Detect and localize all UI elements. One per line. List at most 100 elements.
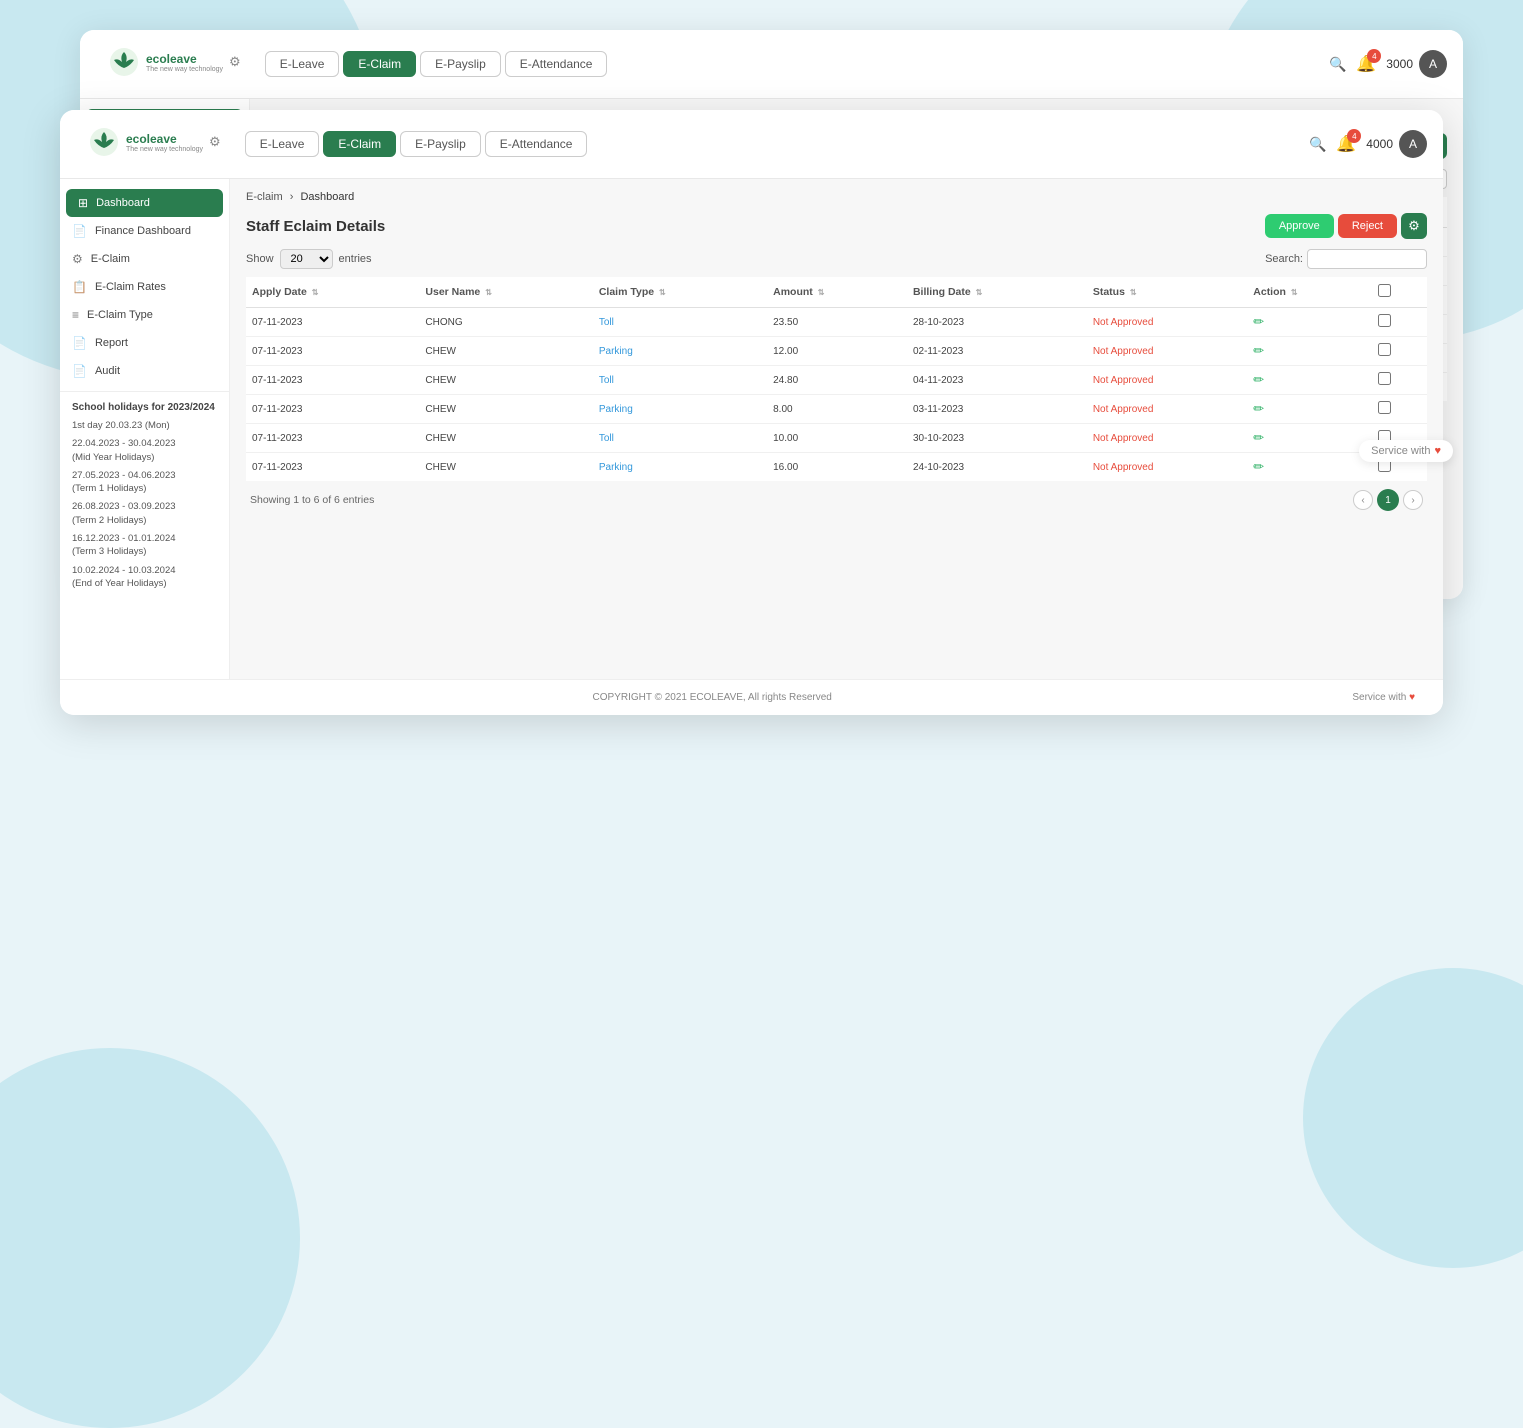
td-claim-type-front-5[interactable]: Parking bbox=[593, 453, 767, 482]
sidebar-item-rates-front[interactable]: 📋 E-Claim Rates bbox=[60, 273, 229, 301]
search-icon-front[interactable]: 🔍 bbox=[1309, 136, 1326, 153]
table-row-front-1: 07-11-2023 CHEW Parking 12.00 02-11-2023… bbox=[246, 337, 1427, 366]
tab-epayslip-back[interactable]: E-Payslip bbox=[420, 51, 501, 77]
user-number-front: 4000 bbox=[1366, 137, 1393, 151]
search-icon-back[interactable]: 🔍 bbox=[1329, 56, 1346, 73]
breadcrumb-part2-front: Dashboard bbox=[300, 191, 354, 203]
section-header-front: Staff Eclaim Details Approve Reject ⚙ bbox=[246, 213, 1427, 239]
page-footer: COPYRIGHT © 2021 ECOLEAVE, All rights Re… bbox=[60, 679, 1443, 715]
sidebar-item-report-front[interactable]: 📄 Report bbox=[60, 329, 229, 357]
tab-eleave-back[interactable]: E-Leave bbox=[265, 51, 340, 77]
th-checkbox-f bbox=[1372, 277, 1427, 308]
copyright-text: COPYRIGHT © 2021 ECOLEAVE, All rights Re… bbox=[593, 692, 832, 703]
td-action-front-3[interactable]: ✏ bbox=[1247, 395, 1371, 424]
td-claim-type-front-3[interactable]: Parking bbox=[593, 395, 767, 424]
td-apply-date-front-5: 07-11-2023 bbox=[246, 453, 419, 482]
tab-eattendance-front[interactable]: E-Attendance bbox=[485, 131, 588, 157]
td-billing-date-front-3: 03-11-2023 bbox=[907, 395, 1087, 424]
entries-select-front[interactable]: 20 50 100 bbox=[280, 249, 333, 269]
td-amount-front-2: 24.80 bbox=[767, 366, 907, 395]
settings-icon-front[interactable]: ⚙ bbox=[209, 134, 221, 150]
page-1-front[interactable]: 1 bbox=[1377, 489, 1399, 511]
prev-page-front[interactable]: ‹ bbox=[1353, 490, 1373, 510]
sidebar-label-report-front: Report bbox=[95, 337, 128, 349]
td-checkbox-front-1[interactable] bbox=[1372, 337, 1427, 366]
td-claim-type-front-4[interactable]: Toll bbox=[593, 424, 767, 453]
td-billing-date-front-1: 02-11-2023 bbox=[907, 337, 1087, 366]
stack-container: ecoleave The new way technology ⚙ E-Leav… bbox=[60, 30, 1463, 1010]
td-checkbox-front-3[interactable] bbox=[1372, 395, 1427, 424]
th-claim-type-f: Claim Type ⇅ bbox=[593, 277, 767, 308]
td-user-name-front-4: CHEW bbox=[419, 424, 592, 453]
tab-eclaim-back[interactable]: E-Claim bbox=[343, 51, 416, 77]
td-apply-date-front-0: 07-11-2023 bbox=[246, 308, 419, 337]
section-title-front: Staff Eclaim Details bbox=[246, 218, 1265, 235]
floating-service-text: Service with bbox=[1371, 445, 1430, 457]
sidebar-item-eclaim-front[interactable]: ⚙ E-Claim bbox=[60, 245, 229, 273]
td-apply-date-front-2: 07-11-2023 bbox=[246, 366, 419, 395]
table-row-front-5: 07-11-2023 CHEW Parking 16.00 24-10-2023… bbox=[246, 453, 1427, 482]
settings-button-front[interactable]: ⚙ bbox=[1401, 213, 1427, 239]
holiday-f3: 27.05.2023 - 04.06.2023(Term 1 Holidays) bbox=[72, 469, 217, 496]
nav-tabs-front: E-Leave E-Claim E-Payslip E-Attendance bbox=[233, 131, 1309, 157]
heart-icon-footer: ♥ bbox=[1409, 692, 1415, 703]
th-amount-f: Amount ⇅ bbox=[767, 277, 907, 308]
search-area-front: Search: bbox=[1265, 249, 1427, 269]
td-status-front-1: Not Approved bbox=[1087, 337, 1247, 366]
nav-right-back: 🔍 🔔 4 3000 A bbox=[1329, 50, 1447, 78]
logo-brand-front: ecoleave bbox=[126, 132, 203, 146]
th-action-f: Action ⇅ bbox=[1247, 277, 1371, 308]
top-nav-back: ecoleave The new way technology ⚙ E-Leav… bbox=[80, 30, 1463, 99]
logo-text-area: ecoleave The new way technology bbox=[146, 52, 223, 73]
td-apply-date-front-4: 07-11-2023 bbox=[246, 424, 419, 453]
search-input-front[interactable] bbox=[1307, 249, 1427, 269]
select-all-front[interactable] bbox=[1378, 284, 1391, 297]
reject-button-front[interactable]: Reject bbox=[1338, 214, 1397, 238]
td-action-front-0[interactable]: ✏ bbox=[1247, 308, 1371, 337]
dashboard-icon-front: ⊞ bbox=[78, 196, 88, 210]
tab-eclaim-front[interactable]: E-Claim bbox=[323, 131, 396, 157]
logo-svg bbox=[108, 46, 140, 78]
sidebar-item-dashboard-front[interactable]: ⊞ Dashboard bbox=[66, 189, 223, 217]
sidebar-item-finance-front[interactable]: 📄 Finance Dashboard bbox=[60, 217, 229, 245]
td-action-front-1[interactable]: ✏ bbox=[1247, 337, 1371, 366]
sidebar-front: ⊞ Dashboard 📄 Finance Dashboard ⚙ E-Clai… bbox=[60, 179, 230, 679]
search-label-front: Search: bbox=[1265, 253, 1303, 265]
audit-icon-front: 📄 bbox=[72, 364, 87, 378]
table-row-front-2: 07-11-2023 CHEW Toll 24.80 04-11-2023 No… bbox=[246, 366, 1427, 395]
td-checkbox-front-0[interactable] bbox=[1372, 308, 1427, 337]
notif-badge-front[interactable]: 🔔 4 bbox=[1336, 134, 1356, 154]
sidebar-label-type-front: E-Claim Type bbox=[87, 309, 153, 321]
settings-icon[interactable]: ⚙ bbox=[229, 54, 241, 70]
holiday-f2: 22.04.2023 - 30.04.2023(Mid Year Holiday… bbox=[72, 437, 217, 464]
td-action-front-2[interactable]: ✏ bbox=[1247, 366, 1371, 395]
tab-eattendance-back[interactable]: E-Attendance bbox=[505, 51, 608, 77]
nav-right-front: 🔍 🔔 4 4000 A bbox=[1309, 130, 1427, 158]
sidebar-label-rates-front: E-Claim Rates bbox=[95, 281, 166, 293]
logo-svg-front bbox=[88, 126, 120, 158]
next-page-front[interactable]: › bbox=[1403, 490, 1423, 510]
rates-icon-front: 📋 bbox=[72, 280, 87, 294]
tab-eleave-front[interactable]: E-Leave bbox=[245, 131, 320, 157]
breadcrumb-front: E-claim › Dashboard bbox=[246, 191, 1427, 203]
td-user-name-front-3: CHEW bbox=[419, 395, 592, 424]
tab-epayslip-front[interactable]: E-Payslip bbox=[400, 131, 481, 157]
td-claim-type-front-2[interactable]: Toll bbox=[593, 366, 767, 395]
main-content-front: E-claim › Dashboard Staff Eclaim Details… bbox=[230, 179, 1443, 679]
page-wrapper: ecoleave The new way technology ⚙ E-Leav… bbox=[0, 0, 1523, 1040]
td-claim-type-front-0[interactable]: Toll bbox=[593, 308, 767, 337]
td-claim-type-front-1[interactable]: Parking bbox=[593, 337, 767, 366]
notif-badge-back[interactable]: 🔔 4 bbox=[1356, 54, 1376, 74]
approve-button-front[interactable]: Approve bbox=[1265, 214, 1334, 238]
sidebar-item-audit-front[interactable]: 📄 Audit bbox=[60, 357, 229, 385]
td-action-front-5[interactable]: ✏ bbox=[1247, 453, 1371, 482]
td-action-front-4[interactable]: ✏ bbox=[1247, 424, 1371, 453]
td-amount-front-3: 8.00 bbox=[767, 395, 907, 424]
td-checkbox-front-2[interactable] bbox=[1372, 366, 1427, 395]
user-avatar-back: A bbox=[1419, 50, 1447, 78]
sidebar-item-type-front[interactable]: ≡ E-Claim Type bbox=[60, 301, 229, 329]
table-controls-front: Show 20 50 100 entries Search: bbox=[246, 249, 1427, 269]
type-icon-front: ≡ bbox=[72, 308, 79, 322]
td-user-name-front-5: CHEW bbox=[419, 453, 592, 482]
logo-area: ecoleave The new way technology ⚙ bbox=[96, 38, 253, 90]
